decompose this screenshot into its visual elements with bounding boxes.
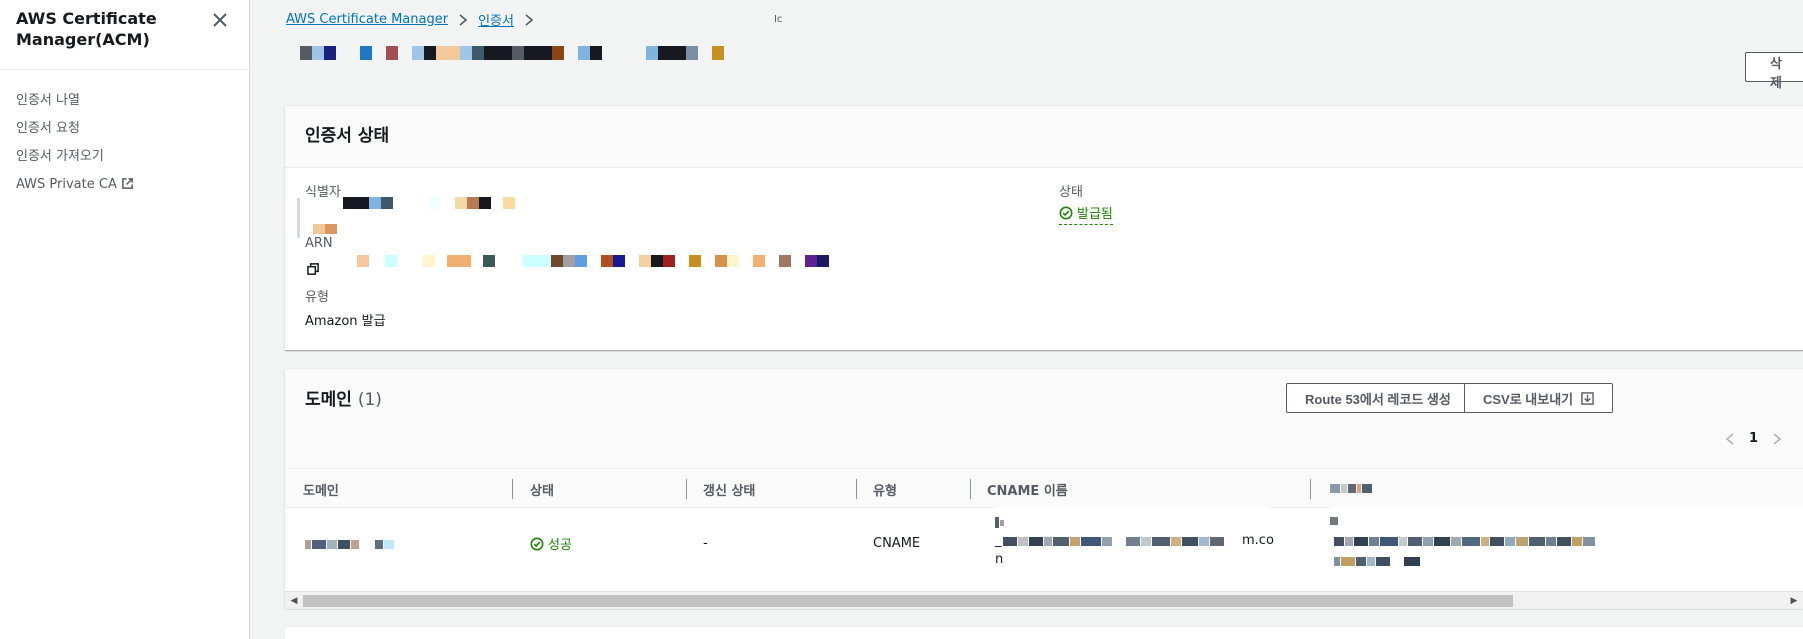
type-label: 유형 [305, 290, 329, 305]
identifier-label: 식별자 [305, 185, 341, 200]
next-page-icon[interactable] [1772, 432, 1782, 446]
sidebar-title: AWS Certificate Manager(ACM) [16, 9, 157, 49]
sidebar-nav: 인증서 나열 인증서 요청 인증서 가져오기 AWS Private CA [0, 70, 249, 199]
status-panel-header: 인증서 상태 [285, 106, 1803, 168]
breadcrumb-acm-link[interactable]: AWS Certificate Manager [286, 12, 448, 27]
copy-icon[interactable] [307, 263, 320, 276]
scroll-right-icon[interactable]: ▶ [1789, 595, 1799, 607]
domain-name-redacted [305, 540, 394, 549]
record-type-value: CNAME [873, 536, 921, 551]
type-value: Amazon 발급 [305, 314, 386, 329]
close-icon[interactable] [210, 10, 230, 30]
column-cname-value-redacted [1330, 484, 1372, 493]
next-panel [285, 626, 1803, 639]
previous-page-icon[interactable] [1725, 432, 1735, 446]
status-label: 상태 [1059, 185, 1083, 200]
sidebar-item-request-certificate[interactable]: 인증서 요청 [0, 115, 249, 143]
column-resizer[interactable] [970, 479, 971, 499]
column-cname-name[interactable]: CNAME 이름 [987, 480, 1068, 499]
status-panel-title: 인증서 상태 [305, 126, 390, 146]
column-type[interactable]: 유형 [873, 480, 897, 499]
breadcrumb: AWS Certificate Manager 인증서 Ic [286, 10, 782, 29]
column-domain[interactable]: 도메인 [303, 480, 339, 499]
column-status[interactable]: 상태 [530, 480, 554, 499]
create-route53-records-button[interactable]: Route 53에서 레코드 생성 [1286, 383, 1470, 413]
domains-panel: 도메인 (1) Route 53에서 레코드 생성 CSV로 내보내기 1 도메… [285, 368, 1803, 609]
column-resizer[interactable] [686, 479, 687, 499]
column-resizer[interactable] [856, 479, 857, 499]
status-issued-badge[interactable]: 발급됨 [1059, 203, 1113, 225]
sidebar-header: AWS Certificate Manager(ACM) [0, 0, 249, 70]
pagination: 1 [1725, 431, 1782, 446]
domains-table-header: 도메인 상태 갱신 상태 유형 CNAME 이름 [285, 470, 1803, 508]
renewal-status-value: - [703, 536, 708, 551]
domains-panel-header: 도메인 (1) Route 53에서 레코드 생성 CSV로 내보내기 1 [285, 369, 1803, 469]
column-renewal-status[interactable]: 갱신 상태 [703, 480, 755, 499]
sidebar-item-import-certificate[interactable]: 인증서 가져오기 [0, 143, 249, 171]
chevron-right-icon [525, 13, 534, 26]
main-content: AWS Certificate Manager 인증서 Ic 삭제 인증서 상태… [250, 0, 1803, 639]
identifier-value [343, 197, 515, 209]
sidebar-item-private-ca[interactable]: AWS Private CA [0, 171, 249, 199]
arn-label: ARN [305, 236, 333, 251]
success-check-icon [530, 537, 544, 550]
download-icon [1581, 391, 1594, 405]
breadcrumb-current: Ic [773, 14, 783, 25]
identifier-value-cont [313, 224, 337, 234]
current-page[interactable]: 1 [1749, 431, 1758, 446]
copy-marker [297, 198, 300, 238]
side-navigation: AWS Certificate Manager(ACM) 인증서 나열 인증서 … [0, 0, 250, 639]
delete-button[interactable]: 삭제 [1745, 52, 1803, 90]
certificate-status-panel: 인증서 상태 식별자 ARN 유형 Amazon 발급 상태 발급됨 [285, 105, 1803, 350]
cname-name-cell: _ m.co n [995, 507, 1274, 577]
scroll-left-icon[interactable]: ◀ [289, 595, 299, 607]
scrollbar-thumb[interactable] [303, 595, 1513, 607]
cname-value-cell [1330, 507, 1803, 577]
domains-count: (1) [357, 390, 382, 410]
chevron-right-icon [459, 13, 468, 26]
domains-title: 도메인 (1) [305, 390, 382, 410]
sidebar-item-list-certificates[interactable]: 인증서 나열 [0, 87, 249, 115]
column-resizer[interactable] [512, 479, 513, 499]
domain-status-success: 성공 [530, 534, 572, 553]
export-csv-button[interactable]: CSV로 내보내기 [1464, 383, 1614, 413]
horizontal-scrollbar[interactable]: ◀ ▶ [285, 591, 1803, 609]
success-check-icon [1059, 206, 1073, 219]
external-link-icon [121, 178, 133, 189]
arn-value [357, 255, 829, 267]
column-resizer[interactable] [1310, 479, 1311, 499]
breadcrumb-certificates-link[interactable]: 인증서 [478, 10, 514, 29]
page-title [300, 46, 724, 60]
